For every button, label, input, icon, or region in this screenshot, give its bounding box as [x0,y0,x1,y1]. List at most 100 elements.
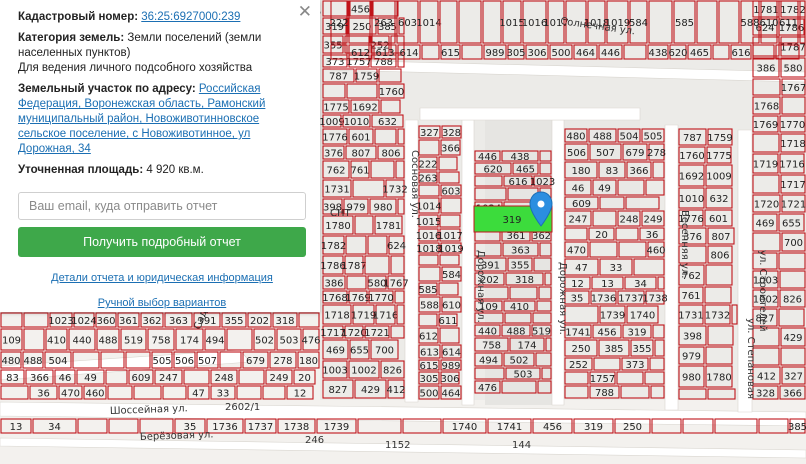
get-report-button[interactable]: Получить подробный отчет [18,227,306,257]
email-input[interactable] [18,192,306,220]
parcel-number: 806 [710,251,729,262]
parcel-number: 503 [279,336,298,347]
parcel-number: 1780 [325,221,350,232]
parcel-number: 1019 [438,244,463,255]
parcel-number: 328 [756,389,775,400]
parcel-number: 34 [48,422,61,433]
parcel-number: 506 [567,148,586,159]
parcel-number: 585 [675,18,694,29]
location-pin-dot [537,200,545,208]
parcel-number: 263 [418,174,437,185]
parcel-number: 601 [709,214,728,225]
parcel-number: 1023 [530,177,555,188]
report-details-link[interactable]: Детали отчета и юридическая информация [18,271,306,286]
parcel-number: 1780 [706,373,731,384]
parcel-number: 1760 [379,87,404,98]
parcel-number: 361 [506,231,525,242]
parcel-number: 758 [482,341,501,352]
parcel-outline [108,418,139,434]
parcel-number: 1741 [497,422,522,433]
category-label: Категория земель: [18,32,125,44]
parcel-number: 580 [783,64,802,75]
parcel-number: 1770 [368,293,393,304]
parcel-number: 355 [632,344,651,355]
parcel-number: 446 [478,152,497,163]
parcel-number: 1740 [452,422,477,433]
parcel-number: 385 [604,344,623,355]
parcel-number: 363 [511,246,530,257]
parcel-number: 505 [643,132,662,143]
cadastral-number-link[interactable]: 36:25:6927000:239 [141,11,240,23]
parcel-number: 1023 [48,316,73,327]
parcel-outline [77,418,108,434]
parcel-number: 588 [740,18,759,29]
parcel-number: 20 [298,373,311,384]
parcel-number: 1692 [679,172,704,183]
parcel-number: 1720 [754,200,779,211]
parcel-number: 202 [250,316,269,327]
parcel-number: 679 [625,148,644,159]
parcel-number: 247 [568,215,587,226]
parcel-number: 827 [328,385,347,396]
parcel-number: 36 [37,389,50,400]
parcel-number: 306 [440,374,459,385]
street-name: Дорожная ул. [475,250,486,323]
parcel-number: 366 [629,166,648,177]
street-name: ул. Строителей [757,250,768,331]
parcel-number: 488 [593,132,612,143]
parcel-number: 632 [378,117,397,128]
area-label: Уточненная площадь: [18,164,144,176]
parcel-number: 610 [442,301,461,312]
parcel-number: 355 [224,316,243,327]
parcel-number: 34 [634,279,647,290]
parcel-number: 460 [85,389,104,400]
parcel-number: 1716 [373,311,398,322]
parcel-number: 1768 [322,293,347,304]
parcel-number: 1736 [591,294,616,305]
parcel-number: 469 [326,346,345,357]
manual-selection-link[interactable]: Ручной выбор вариантов [18,296,306,311]
parcel-number: 700 [784,238,803,249]
parcel-number: 1720 [341,328,366,339]
parcel-number: 247 [159,373,178,384]
parcel-number: 612 [419,332,438,343]
street-name: Весенняя ул. [679,210,690,278]
parcel-outline [236,385,262,400]
parcel-number: 252 [569,360,588,371]
parcel-number: 438 [510,152,529,163]
parcel-number: 1017 [437,231,462,242]
parcel-number: 616 [731,48,750,59]
parcel-number: 263 [374,18,393,29]
parcel-number: 1731 [324,185,349,196]
parcel-number: 488 [98,336,117,347]
parcel-number: 611 [779,18,798,29]
parcel-number: 1716 [779,160,804,171]
area-value: 4 920 кв.м. [146,164,204,176]
parcel-number: 1692 [352,103,377,114]
parcel-number: 318 [515,275,534,286]
parcel-number: 502 [255,336,274,347]
parcel-number: 174 [517,341,536,352]
parcel-number: 1732 [705,311,730,322]
parcel-number: 440 [478,327,497,338]
parcel-number: 49 [84,373,97,384]
parcel-number: 1775 [323,103,348,114]
parcel-number: 1718 [780,139,805,150]
parcel-number: 504 [619,132,638,143]
parcel-outline [23,312,49,328]
parcel-number: 500 [419,389,438,400]
parcel-number: 502 [509,356,528,367]
parcel-number: 1760 [679,151,704,162]
parcel-number: 1738 [642,294,667,305]
parcel-number: 787 [683,133,702,144]
parcel-number: 1718 [324,311,349,322]
parcel-number: 33 [610,263,623,274]
parcel-number: 506 [175,356,194,367]
parcel-number: 305 [506,48,525,59]
parcel-number: 12 [571,279,584,290]
road-number: 144 [512,440,531,451]
parcel-number: 319 [627,328,646,339]
close-icon[interactable]: ✕ [298,3,312,20]
parcel-number: 1787 [341,261,366,272]
parcel-number: 355 [510,261,529,272]
